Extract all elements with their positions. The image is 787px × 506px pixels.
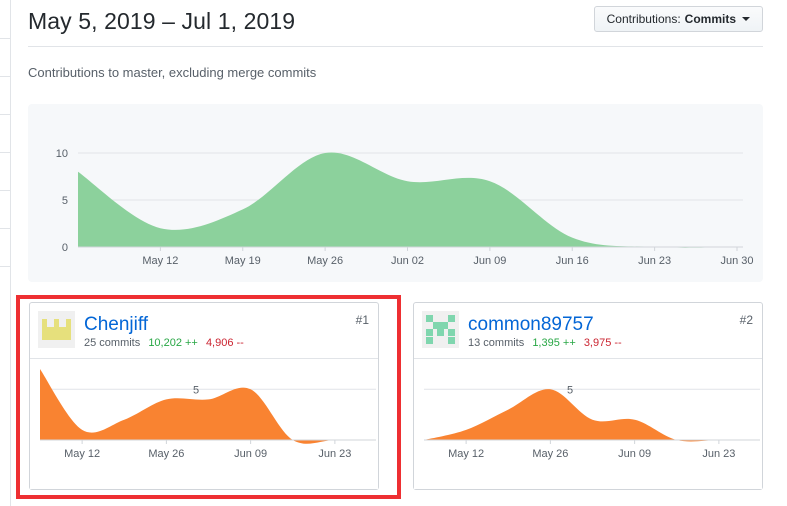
x-tick-label: May 12: [448, 448, 484, 460]
x-tick-label: Jun 23: [638, 255, 671, 267]
x-tick-label: Jun 09: [618, 448, 651, 460]
x-tick-label: Jun 02: [391, 255, 424, 267]
main-chart-svg: 0 5 10 May 12 May 19 May 26 Jun 02 Jun 09 Jun 16…: [56, 148, 754, 267]
contributor-rank: #2: [739, 313, 753, 327]
x-tick-label: Jun 30: [720, 255, 753, 267]
commit-count: 13 commits: [468, 337, 525, 349]
identicon-avatar-common89757[interactable]: [422, 311, 459, 348]
contributor-stats: 13 commits 1,395 ++ 3,975 --: [468, 337, 622, 349]
x-tick-label: Jun 09: [473, 255, 506, 267]
x-tick-label: May 19: [225, 255, 261, 267]
additions-count: 1,395 ++: [532, 337, 576, 349]
x-tick-label: May 26: [532, 448, 568, 460]
y-tick-label: 0: [62, 242, 68, 254]
contributions-button-value: Commits: [684, 12, 736, 26]
contributor-name-link[interactable]: common89757: [468, 314, 594, 336]
main-contributions-chart: 0 5 10 May 12 May 19 May 26 Jun 02 Jun 09 Jun 16…: [28, 104, 763, 282]
contributions-type-dropdown[interactable]: Contributions: Commits: [593, 6, 763, 32]
contributor-card-2: common89757 13 commits 1,395 ++ 3,975 --…: [413, 302, 763, 490]
y-tick-label: 10: [56, 148, 68, 160]
deletions-count: 3,975 --: [583, 337, 622, 349]
x-tick-label: Jun 16: [556, 255, 589, 267]
x-tick-label: Jun 23: [702, 448, 735, 460]
caret-down-icon: [742, 17, 750, 21]
contributor-chart-svg: 5 May 12 May 26 Jun 09 Jun 23: [424, 384, 761, 460]
series-area: [424, 389, 761, 442]
x-tick-label: May 26: [307, 255, 343, 267]
date-range-title: May 5, 2019 – Jul 1, 2019: [28, 8, 296, 34]
x-tick-label: May 12: [142, 255, 178, 267]
y-tick-label: 5: [62, 195, 68, 207]
chart-subtitle: Contributions to master, excluding merge…: [28, 65, 317, 80]
highlight-box: [16, 295, 401, 499]
left-sidebar-edge: [0, 0, 11, 506]
y-tick-label: 5: [567, 384, 573, 396]
page-header: May 5, 2019 – Jul 1, 2019 Contributions:…: [28, 0, 763, 47]
contributions-button-prefix: Contributions:: [606, 12, 681, 26]
